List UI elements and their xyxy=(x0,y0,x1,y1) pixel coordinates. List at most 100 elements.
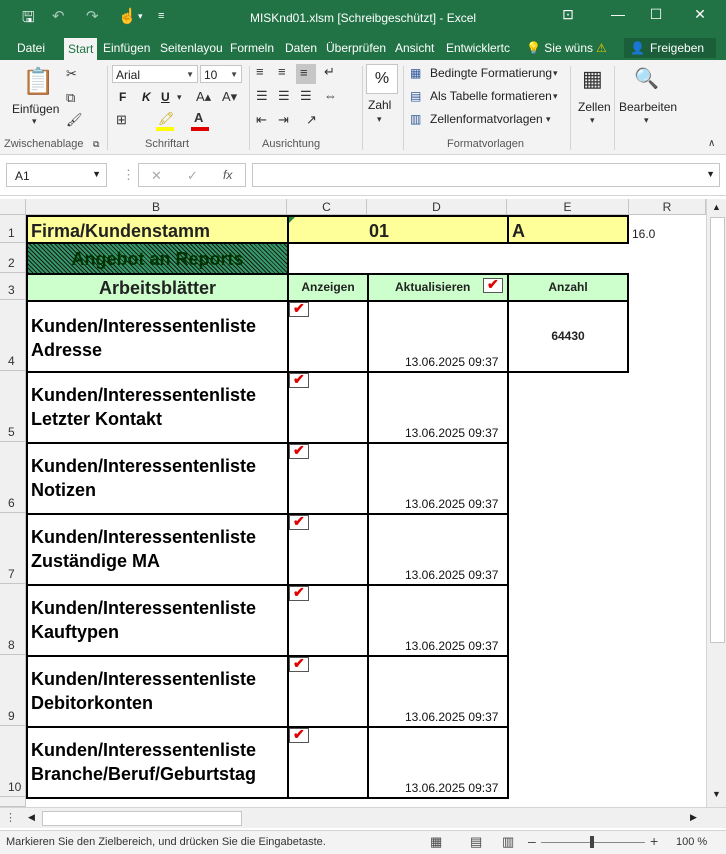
anzeigen-checkbox[interactable] xyxy=(289,513,309,530)
anzeigen-checkbox[interactable] xyxy=(289,371,309,388)
zoom-level[interactable]: 100 % xyxy=(676,836,707,848)
grow-font-icon[interactable]: A▴ xyxy=(196,89,211,105)
share-button[interactable]: 👤 Freigeben xyxy=(624,38,716,58)
aktualisieren-cell[interactable]: 13.06.2025 09:37 xyxy=(367,371,509,444)
row-header[interactable]: 4 xyxy=(0,300,26,371)
tab-start[interactable]: Start xyxy=(64,38,98,60)
align-top-icon[interactable]: ≡ xyxy=(256,64,264,79)
cell-c3[interactable]: Anzeigen xyxy=(287,273,369,302)
tab-ansicht[interactable]: Ansicht xyxy=(391,36,438,60)
cell-e1[interactable]: A xyxy=(507,215,629,244)
row-header[interactable]: 6 xyxy=(0,442,26,513)
aktualisieren-all-checkbox[interactable] xyxy=(483,276,503,293)
anzeigen-cell[interactable] xyxy=(287,726,369,799)
format-as-table-button[interactable]: Als Tabelle formatieren xyxy=(430,89,552,103)
cut-icon[interactable]: ✂ xyxy=(66,66,77,82)
row-header[interactable] xyxy=(0,797,26,807)
row-header[interactable]: 1 xyxy=(0,215,26,243)
warning-icon[interactable]: ⚠ xyxy=(592,36,611,60)
column-header-e[interactable]: E xyxy=(507,199,629,215)
report-name-cell[interactable]: Kunden/Interessentenliste Kauftypen xyxy=(26,584,289,657)
row-header[interactable]: 9 xyxy=(0,655,26,726)
cell-b1[interactable]: Firma/Kundenstamm xyxy=(26,215,289,244)
shrink-font-icon[interactable]: A▾ xyxy=(222,89,237,105)
font-name-box[interactable]: Arial ▼ xyxy=(112,65,198,83)
align-bottom-button[interactable]: ≡ xyxy=(296,64,316,84)
aktualisieren-cell[interactable]: 13.06.2025 09:37 xyxy=(367,726,509,799)
zoom-out-button[interactable]: – xyxy=(528,833,536,849)
align-middle-icon[interactable]: ≡ xyxy=(278,64,286,79)
anzeigen-checkbox[interactable] xyxy=(289,726,309,743)
formula-input[interactable]: ▼ xyxy=(252,163,720,187)
conditional-format-button[interactable]: Bedingte Formatierung xyxy=(430,66,552,80)
bold-button[interactable]: F xyxy=(119,90,126,104)
italic-button[interactable]: K xyxy=(142,90,151,104)
paste-button[interactable]: Einfügen xyxy=(12,102,59,116)
ribbon-display-options-icon[interactable]: ⊡ xyxy=(556,6,580,26)
normal-view-icon[interactable]: ▦ xyxy=(430,834,442,850)
underline-dropdown-icon[interactable]: ▾ xyxy=(177,92,182,103)
enter-icon[interactable]: ✓ xyxy=(187,168,198,184)
row-header[interactable]: 8 xyxy=(0,584,26,655)
anzeigen-cell[interactable] xyxy=(287,300,369,373)
fill-color-icon[interactable]: 🖍 xyxy=(158,111,175,127)
paste-dropdown-icon[interactable]: ▾ xyxy=(32,116,37,127)
chevron-down-icon[interactable]: ▾ xyxy=(590,115,595,126)
zoom-slider-thumb[interactable] xyxy=(590,836,594,848)
report-name-cell[interactable]: Kunden/Interessentenliste Notizen xyxy=(26,442,289,515)
anzeigen-checkbox[interactable] xyxy=(289,300,309,317)
column-header-b[interactable]: B xyxy=(26,199,287,215)
editing-button[interactable]: Bearbeiten xyxy=(619,100,677,114)
row-header[interactable]: 2 xyxy=(0,243,26,273)
wrap-text-icon[interactable]: ↵ xyxy=(324,64,335,80)
number-format-button[interactable]: % xyxy=(366,64,398,94)
tab-ueberpruefen[interactable]: Überprüfen xyxy=(322,36,390,60)
font-size-box[interactable]: 10 ▼ xyxy=(200,65,242,83)
vertical-scrollbar[interactable]: ▲ ▼ xyxy=(706,199,726,807)
zoom-in-button[interactable]: + xyxy=(650,833,658,849)
name-box[interactable]: A1 ▼ xyxy=(6,163,107,187)
chevron-down-icon[interactable]: ▾ xyxy=(553,91,558,102)
scroll-down-icon[interactable]: ▼ xyxy=(712,789,721,799)
align-right-icon[interactable]: ☰ xyxy=(300,88,312,104)
report-name-cell[interactable]: Kunden/Interessentenliste Adresse xyxy=(26,300,289,373)
cell-b2[interactable]: Angebot an Reports xyxy=(26,242,289,275)
cell-b3[interactable]: Arbeitsblätter xyxy=(26,273,289,302)
report-name-cell[interactable]: Kunden/Interessentenliste Zuständige MA xyxy=(26,513,289,586)
number-dropdown-icon[interactable]: ▾ xyxy=(377,114,382,125)
row-header[interactable]: 7 xyxy=(0,513,26,584)
page-layout-view-icon[interactable]: ▤ xyxy=(470,834,482,850)
anzahl-cell[interactable]: 64430 xyxy=(507,300,629,373)
format-painter-icon[interactable]: 🖌 xyxy=(66,112,83,128)
report-name-cell[interactable]: Kunden/Interessentenliste Letzter Kontak… xyxy=(26,371,289,444)
row-header[interactable]: 3 xyxy=(0,273,26,300)
anzeigen-checkbox[interactable] xyxy=(289,584,309,601)
column-header-r[interactable]: R xyxy=(629,199,706,215)
select-all-corner[interactable] xyxy=(0,199,26,215)
orientation-icon[interactable]: ↗ xyxy=(306,112,317,128)
scroll-up-icon[interactable]: ▲ xyxy=(712,202,721,212)
chevron-down-icon[interactable]: ▾ xyxy=(644,115,649,126)
cells-button[interactable]: Zellen xyxy=(578,100,611,114)
align-center-icon[interactable]: ☰ xyxy=(278,88,290,104)
cell-e3[interactable]: Anzahl xyxy=(507,273,629,302)
clipboard-launcher-icon[interactable]: ⧉ xyxy=(93,139,99,150)
anzeigen-checkbox[interactable] xyxy=(289,655,309,672)
more-sheets-icon[interactable]: ⋮ xyxy=(5,811,16,824)
row-header[interactable]: 10 xyxy=(0,726,26,797)
vertical-scroll-thumb[interactable] xyxy=(710,217,725,643)
chevron-down-icon[interactable]: ▾ xyxy=(546,114,551,125)
increase-indent-icon[interactable]: ⇥ xyxy=(278,112,289,128)
scroll-right-icon[interactable]: ▶ xyxy=(690,812,697,823)
tab-daten[interactable]: Daten xyxy=(281,36,321,60)
anzeigen-cell[interactable] xyxy=(287,442,369,515)
find-icon[interactable]: 🔍 xyxy=(634,66,659,91)
cell-styles-button[interactable]: Zellenformatvorlagen xyxy=(430,112,543,126)
chevron-down-icon[interactable]: ▾ xyxy=(553,68,558,79)
anzeigen-cell[interactable] xyxy=(287,655,369,728)
close-button[interactable]: ✕ xyxy=(688,6,712,26)
merge-center-icon[interactable]: ⇔ xyxy=(324,88,337,103)
insert-function-button[interactable]: fx xyxy=(223,168,232,182)
tab-entwicklertools[interactable]: Entwicklertc xyxy=(442,36,514,60)
page-break-view-icon[interactable]: ▥ xyxy=(502,834,514,850)
